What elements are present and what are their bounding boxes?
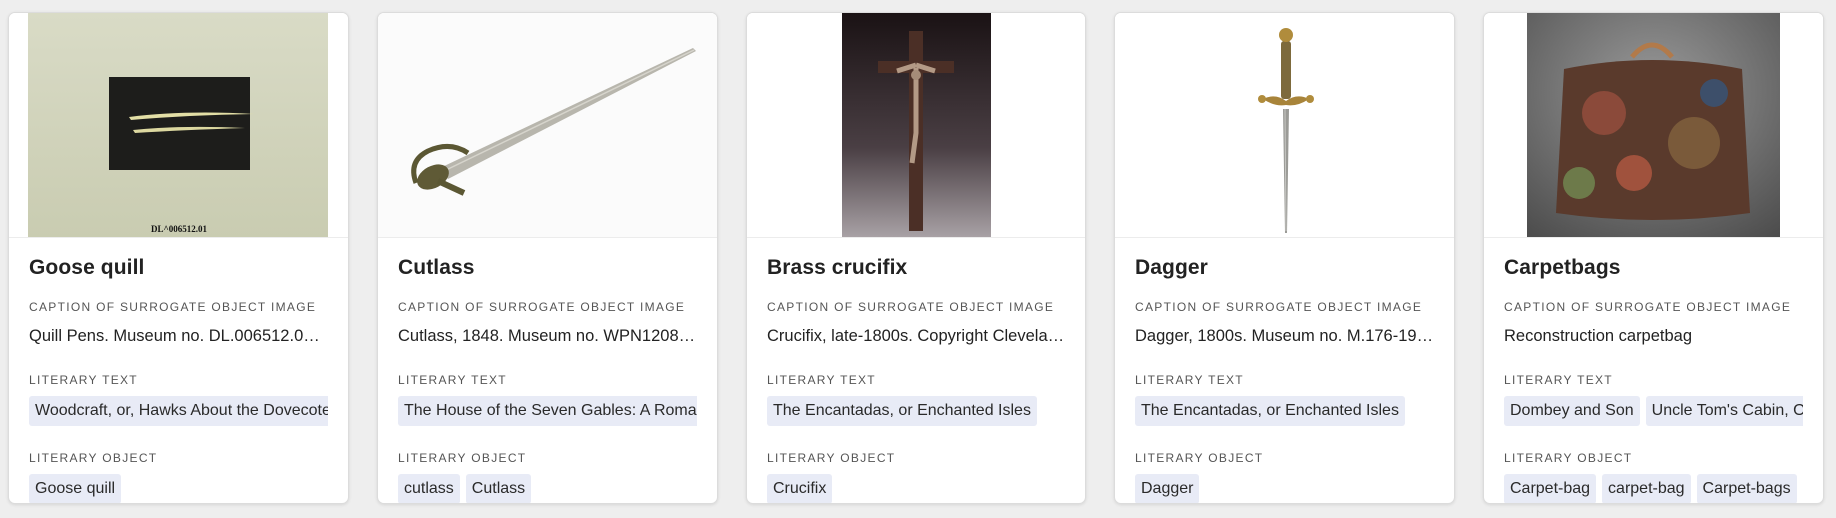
- literary-text-tag[interactable]: Dombey and Son: [1504, 396, 1640, 426]
- object-image[interactable]: [1484, 13, 1823, 238]
- caption-label: CAPTION OF SURROGATE OBJECT IMAGE: [1135, 300, 1423, 314]
- object-card[interactable]: Carpetbags CAPTION OF SURROGATE OBJECT I…: [1483, 12, 1824, 504]
- literary-object-tag[interactable]: cutlass: [398, 474, 460, 503]
- object-card-grid: DL^006512.01 Goose quill CAPTION OF SURR…: [0, 0, 1836, 518]
- literary-object-tag[interactable]: Cutlass: [465, 474, 532, 503]
- literary-text-label: LITERARY TEXT: [1504, 373, 1613, 387]
- literary-text-tag[interactable]: The Encantadas, or Enchanted Isles: [767, 396, 1037, 426]
- card-title: Carpetbags: [1504, 256, 1621, 279]
- literary-text-label: LITERARY TEXT: [29, 373, 138, 387]
- literary-object-tags: Dagger: [1135, 474, 1434, 503]
- literary-object-tag[interactable]: Carpet-bags: [1696, 474, 1797, 503]
- literary-text-tags: Dombey and Son Uncle Tom's Cabin, Or, Li…: [1504, 396, 1803, 426]
- caption-label: CAPTION OF SURROGATE OBJECT IMAGE: [767, 300, 1055, 314]
- literary-object-label: LITERARY OBJECT: [29, 451, 158, 465]
- dagger-image: [1115, 13, 1454, 237]
- card-title: Brass crucifix: [767, 256, 908, 279]
- literary-text-tags: Woodcraft, or, Hawks About the Dovecote: [29, 396, 328, 426]
- literary-text-tag[interactable]: Uncle Tom's Cabin, Or, Life Among the Lo…: [1645, 396, 1803, 426]
- crucifix-image: [747, 13, 1085, 237]
- literary-text-tag[interactable]: The House of the Seven Gables: A Romance: [398, 396, 697, 426]
- object-image[interactable]: DL^006512.01: [9, 13, 348, 238]
- literary-object-label: LITERARY OBJECT: [767, 451, 896, 465]
- cutlass-image: [378, 13, 717, 237]
- literary-text-tag[interactable]: Woodcraft, or, Hawks About the Dovecote: [29, 396, 328, 426]
- literary-object-label: LITERARY OBJECT: [398, 451, 527, 465]
- literary-object-tag[interactable]: Dagger: [1135, 474, 1200, 503]
- card-title: Goose quill: [29, 256, 145, 279]
- caption-label: CAPTION OF SURROGATE OBJECT IMAGE: [29, 300, 317, 314]
- literary-object-label: LITERARY OBJECT: [1504, 451, 1633, 465]
- object-card[interactable]: Cutlass CAPTION OF SURROGATE OBJECT IMAG…: [377, 12, 718, 504]
- literary-object-tags: Carpet-bag carpet-bag Carpet-bags carpet…: [1504, 474, 1803, 503]
- caption-label: CAPTION OF SURROGATE OBJECT IMAGE: [398, 300, 686, 314]
- object-card[interactable]: Dagger CAPTION OF SURROGATE OBJECT IMAGE…: [1114, 12, 1455, 504]
- caption-text: Cutlass, 1848. Museum no. WPN1208. C...: [398, 327, 714, 345]
- object-card[interactable]: DL^006512.01 Goose quill CAPTION OF SURR…: [8, 12, 349, 504]
- literary-object-tags: Crucifix: [767, 474, 1065, 503]
- literary-object-tags: Goose quill: [29, 474, 328, 503]
- caption-text: Quill Pens. Museum no. DL.006512.01. C..…: [29, 327, 348, 345]
- object-card[interactable]: Brass crucifix CAPTION OF SURROGATE OBJE…: [746, 12, 1086, 504]
- image-accession-label: DL^006512.01: [151, 224, 207, 234]
- literary-object-tag[interactable]: Carpet-bag: [1504, 474, 1597, 503]
- literary-text-tag[interactable]: The Encantadas, or Enchanted Isles: [1135, 396, 1405, 426]
- literary-text-label: LITERARY TEXT: [1135, 373, 1244, 387]
- literary-object-tag[interactable]: carpet-bag: [1602, 474, 1691, 503]
- caption-text: Dagger, 1800s. Museum no. M.176-192...: [1135, 327, 1440, 345]
- literary-object-tags: cutlass Cutlass: [398, 474, 697, 503]
- literary-text-tags: The Encantadas, or Enchanted Isles: [767, 396, 1065, 426]
- caption-text: Crucifix, late-1800s. Copyright Clevelan…: [767, 327, 1071, 345]
- caption-label: CAPTION OF SURROGATE OBJECT IMAGE: [1504, 300, 1792, 314]
- literary-text-label: LITERARY TEXT: [398, 373, 507, 387]
- literary-object-tag[interactable]: Goose quill: [29, 474, 122, 503]
- card-title: Dagger: [1135, 256, 1208, 279]
- card-title: Cutlass: [398, 256, 475, 279]
- object-image[interactable]: [747, 13, 1085, 238]
- literary-text-tags: The House of the Seven Gables: A Romance: [398, 396, 697, 426]
- goose-quill-image: DL^006512.01: [28, 13, 328, 237]
- literary-text-tags: The Encantadas, or Enchanted Isles: [1135, 396, 1434, 426]
- object-image[interactable]: [1115, 13, 1454, 238]
- literary-object-label: LITERARY OBJECT: [1135, 451, 1264, 465]
- object-image[interactable]: [378, 13, 717, 238]
- literary-object-tag[interactable]: Crucifix: [767, 474, 833, 503]
- carpetbag-image: [1484, 13, 1823, 237]
- caption-text: Reconstruction carpetbag: [1504, 327, 1693, 345]
- literary-text-label: LITERARY TEXT: [767, 373, 876, 387]
